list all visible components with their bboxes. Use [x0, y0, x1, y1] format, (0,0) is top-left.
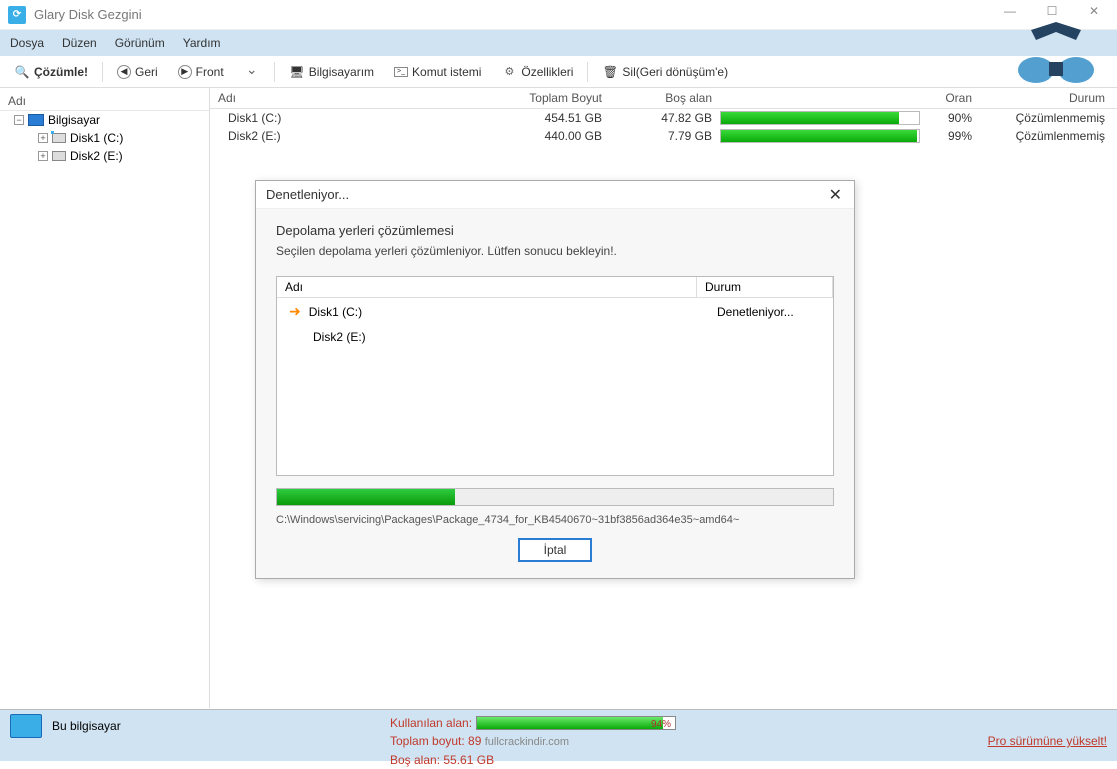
- separator: [274, 62, 275, 82]
- menu-layout[interactable]: Düzen: [62, 36, 97, 50]
- titlebar: ⟳ Glary Disk Gezgini: [0, 0, 1117, 30]
- properties-button[interactable]: Özellikleri: [493, 61, 581, 83]
- tree-panel: Adı − Bilgisayar + Disk1 (C:) + Disk2 (E…: [0, 88, 210, 708]
- expand-icon[interactable]: +: [38, 151, 48, 161]
- status-bar: Bu bilgisayar Kullanılan alan: 94% Topla…: [0, 709, 1117, 761]
- dialog-subtext: Seçilen depolama yerleri çözümleniyor. L…: [276, 244, 834, 258]
- menu-help[interactable]: Yardım: [183, 36, 221, 50]
- upgrade-link[interactable]: Pro sürümüne yükselt!: [988, 734, 1107, 748]
- dialog-current-path: C:\Windows\servicing\Packages\Package_47…: [276, 514, 834, 526]
- trash-icon: [602, 64, 618, 80]
- forward-button[interactable]: ▶Front: [170, 62, 232, 82]
- status-info: Kullanılan alan: 94% Toplam boyut: 89 fu…: [390, 714, 937, 769]
- list-row[interactable]: Disk2 (E:) 440.00 GB 7.79 GB 99% Çözümle…: [210, 127, 1117, 145]
- disk-icon: [52, 151, 66, 161]
- menu-bar: Dosya Düzen Görünüm Yardım: [0, 30, 1117, 56]
- dialog-col-name: Adı: [277, 277, 697, 297]
- status-computer-label: Bu bilgisayar: [52, 719, 121, 733]
- cancel-button[interactable]: İptal: [518, 538, 593, 562]
- free-label: Boş alan: 55.61 GB: [390, 751, 937, 769]
- expand-icon[interactable]: +: [38, 133, 48, 143]
- terminal-icon: [394, 67, 408, 77]
- list-header: Adı Toplam Boyut Boş alan Oran Durum: [210, 88, 1117, 109]
- list-row[interactable]: Disk1 (C:) 454.51 GB 47.82 GB 90% Çözüml…: [210, 109, 1117, 127]
- window-controls: — ☐ ✕: [995, 4, 1109, 18]
- gear-icon: [501, 64, 517, 80]
- dialog-row[interactable]: ➜ Disk1 (C:) Denetleniyor...: [277, 298, 833, 325]
- tree-disk1-label: Disk1 (C:): [70, 131, 123, 145]
- computer-icon: [289, 64, 305, 80]
- computer-icon: [10, 714, 42, 738]
- separator: [102, 62, 103, 82]
- col-bar: [720, 91, 920, 105]
- tree-root[interactable]: − Bilgisayar: [0, 111, 209, 129]
- disk-icon: [52, 133, 66, 143]
- tree-disk2[interactable]: + Disk2 (E:): [0, 147, 209, 165]
- dialog-close-button[interactable]: ✕: [823, 185, 848, 205]
- col-total[interactable]: Toplam Boyut: [500, 91, 610, 105]
- status-computer: Bu bilgisayar: [10, 714, 390, 738]
- arrow-icon: ➜: [289, 303, 301, 320]
- tree-header: Adı: [0, 92, 209, 111]
- dialog-progress: [276, 488, 834, 506]
- used-bar: 94%: [476, 716, 676, 730]
- analyzing-dialog: Denetleniyor... ✕ Depolama yerleri çözüm…: [255, 180, 855, 579]
- col-free[interactable]: Boş alan: [610, 91, 720, 105]
- maximize-button[interactable]: ☐: [1037, 4, 1067, 18]
- collapse-icon[interactable]: −: [14, 115, 24, 125]
- used-fill: [477, 717, 663, 729]
- computer-icon: [28, 114, 44, 126]
- used-pct: 94%: [651, 717, 671, 732]
- dialog-body: Depolama yerleri çözümlemesi Seçilen dep…: [256, 209, 854, 578]
- history-dropdown[interactable]: [236, 61, 268, 83]
- progress-fill: [277, 489, 455, 505]
- col-ratio[interactable]: Oran: [920, 91, 980, 105]
- watermark: fullcrackindir.com: [485, 736, 569, 748]
- analyze-button[interactable]: Çözümle!: [6, 61, 96, 83]
- total-label: Toplam boyut: 89: [390, 734, 481, 748]
- tree-disk1[interactable]: + Disk1 (C:): [0, 129, 209, 147]
- status-upgrade: Pro sürümüne yükselt!: [937, 714, 1107, 748]
- dialog-row[interactable]: Disk2 (E:): [277, 325, 833, 349]
- col-status[interactable]: Durum: [980, 91, 1117, 105]
- separator: [587, 62, 588, 82]
- dialog-col-status: Durum: [697, 277, 833, 297]
- delete-button[interactable]: Sil(Geri dönüşüm'e): [594, 61, 736, 83]
- search-icon: [14, 64, 30, 80]
- toolbar: Çözümle! ◀Geri ▶Front Bilgisayarım Komut…: [0, 56, 1117, 88]
- forward-icon: ▶: [178, 65, 192, 79]
- dialog-list: Adı Durum ➜ Disk1 (C:) Denetleniyor... D…: [276, 276, 834, 476]
- computer-button[interactable]: Bilgisayarım: [281, 61, 382, 83]
- back-icon: ◀: [117, 65, 131, 79]
- used-label: Kullanılan alan:: [390, 714, 472, 732]
- app-icon: ⟳: [8, 6, 26, 24]
- minimize-button[interactable]: —: [995, 4, 1025, 18]
- dialog-list-header: Adı Durum: [277, 277, 833, 298]
- dialog-title: Denetleniyor...: [256, 181, 854, 209]
- chevron-down-icon: [244, 64, 260, 80]
- window-title: Glary Disk Gezgini: [34, 7, 142, 22]
- close-button[interactable]: ✕: [1079, 4, 1109, 18]
- cmd-button[interactable]: Komut istemi: [386, 62, 489, 82]
- tree-disk2-label: Disk2 (E:): [70, 149, 123, 163]
- back-button[interactable]: ◀Geri: [109, 62, 166, 82]
- dialog-heading: Depolama yerleri çözümlemesi: [276, 223, 834, 238]
- menu-view[interactable]: Görünüm: [115, 36, 165, 50]
- tree-root-label: Bilgisayar: [48, 113, 100, 127]
- menu-file[interactable]: Dosya: [10, 36, 44, 50]
- col-name[interactable]: Adı: [210, 91, 500, 105]
